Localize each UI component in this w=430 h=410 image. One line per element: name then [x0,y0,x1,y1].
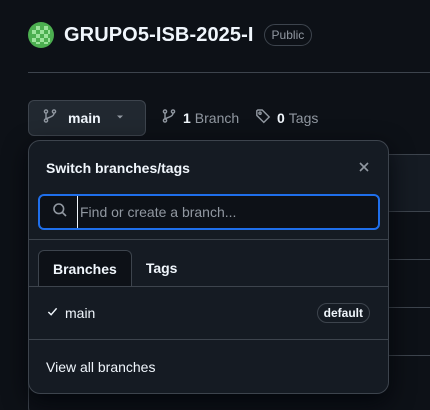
panel-title: Switch branches/tags [46,160,190,176]
branch-word: Branch [194,109,240,126]
panel-divider [29,339,388,340]
tag-icon [255,108,271,127]
default-badge: default [316,303,370,323]
tags-link[interactable]: 0 Tags [255,108,318,127]
repo-header: GRUPO5-ISB-2025-I Public [28,22,313,48]
git-branch-icon [161,108,177,127]
header-divider [28,72,430,73]
page: GRUPO5-ISB-2025-I Public main 1 Branch 0… [0,0,430,410]
visibility-badge: Public [263,24,313,46]
tag-count: 0 [277,109,285,126]
panel-divider [29,239,388,240]
branch-tabs: Branches Tags [38,250,192,287]
tab-branches[interactable]: Branches [38,250,132,287]
caret-down-icon [115,109,125,127]
check-icon [47,306,61,320]
branch-name: main [65,305,96,321]
branch-switcher-panel: Switch branches/tags Branches Tags [28,140,389,394]
tag-word: Tags [288,109,319,126]
branch-list-item[interactable]: main default [47,301,370,325]
branch-count: 1 [183,109,191,126]
tab-tags[interactable]: Tags [132,250,192,286]
search-icon [52,202,68,223]
branches-link[interactable]: 1 Branch [161,108,239,127]
view-all-branches-link[interactable]: View all branches [46,359,155,375]
branch-select-label: main [68,110,101,126]
file-list-header-background [388,155,430,211]
tabs-divider [29,286,388,287]
git-branch-icon [42,108,58,129]
branch-search-box [38,194,380,230]
close-icon[interactable] [356,159,372,175]
branch-select-button[interactable]: main [28,100,146,136]
repo-name[interactable]: GRUPO5-ISB-2025-I [64,24,254,47]
branch-search-input[interactable] [77,196,378,228]
repo-avatar[interactable] [28,22,54,48]
